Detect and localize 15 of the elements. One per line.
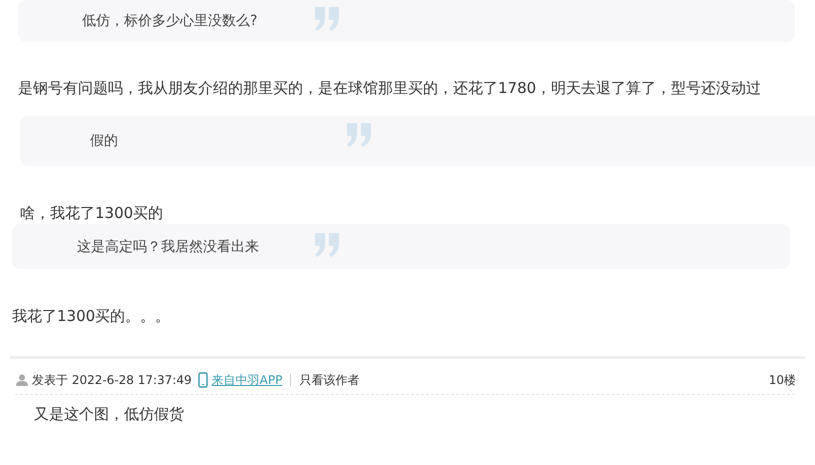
quote-mark-icon	[313, 7, 342, 31]
user-icon	[16, 374, 28, 386]
post-timestamp: 发表于 2022-6-28 17:37:49	[32, 372, 192, 388]
quote-text: 低仿，标价多少心里没数么?	[82, 12, 258, 30]
reply-text: 啥，我花了1300买的	[19, 203, 164, 224]
quote-text: 假的	[90, 132, 118, 150]
quote-text: 这是高定吗？我居然没看出来	[77, 238, 259, 256]
quote-mark-icon	[313, 232, 341, 256]
post-text: 又是这个图，低仿假货	[34, 405, 185, 424]
phone-icon	[198, 372, 208, 388]
author-only-link[interactable]: 只看该作者	[299, 372, 360, 388]
reply-text: 我花了1300买的。。。	[11, 306, 172, 327]
quote-mark-icon	[345, 123, 373, 147]
reply-text: 是钢号有问题吗，我从朋友介绍的那里买的，是在球馆那里买的，还花了1780，明天去退了算了，型号还没动过	[17, 78, 762, 99]
floor-number[interactable]: 10楼	[768, 372, 796, 388]
